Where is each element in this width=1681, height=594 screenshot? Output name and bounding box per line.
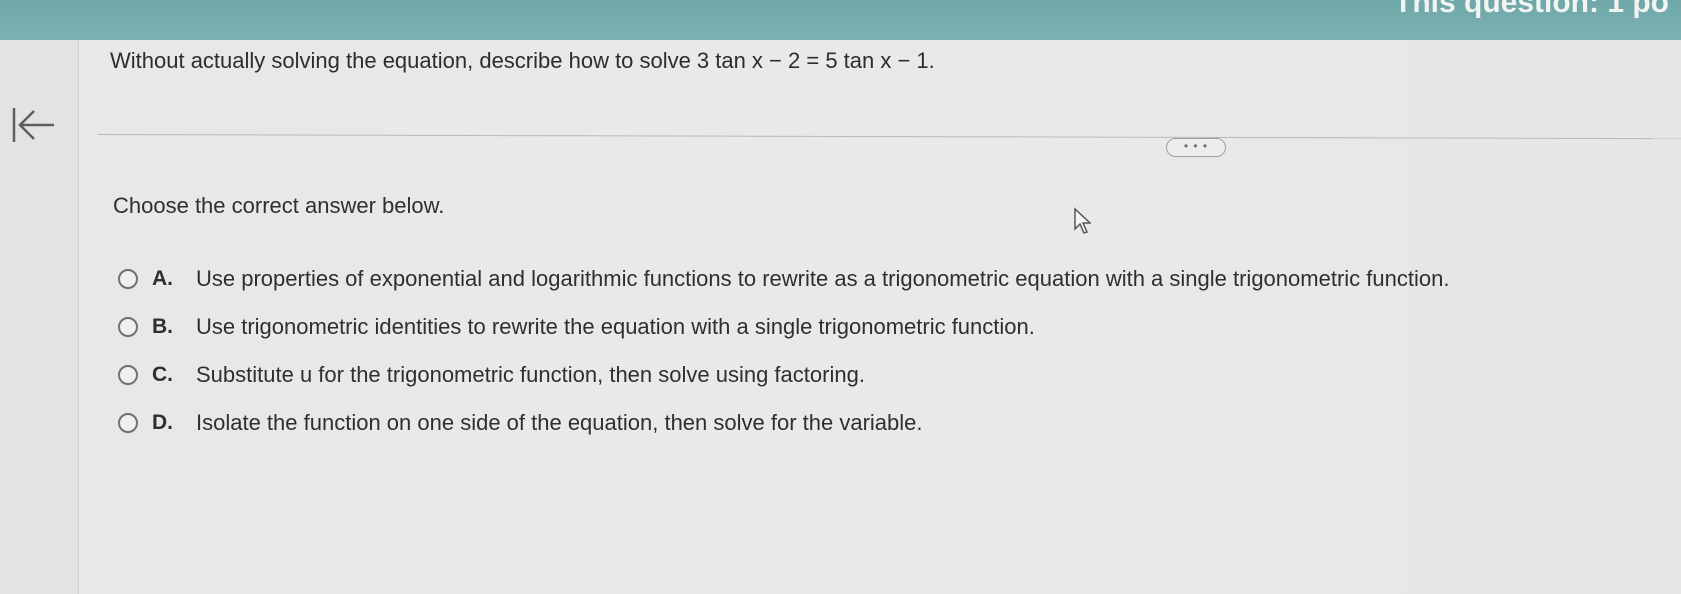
option-text: Isolate the function on one side of the …: [196, 410, 923, 435]
question-points-label: This question: 1 po: [1394, 0, 1669, 19]
option-letter: B.: [152, 315, 173, 338]
radio-button-c[interactable]: [118, 365, 138, 385]
back-to-start-icon: [12, 108, 54, 142]
radio-button-b[interactable]: [118, 317, 138, 337]
option-text: Use properties of exponential and logari…: [196, 266, 1450, 291]
option-letter: C.: [152, 363, 173, 386]
option-c[interactable]: C. Substitute u for the trigonometric fu…: [118, 360, 865, 390]
radio-button-d[interactable]: [118, 413, 138, 433]
option-letter: A.: [152, 267, 173, 290]
left-rail: [0, 40, 79, 594]
question-text: Without actually solving the equation, d…: [110, 48, 935, 74]
option-a[interactable]: A. Use properties of exponential and log…: [118, 264, 1449, 294]
back-button[interactable]: [8, 100, 58, 150]
question-equation: 3 tan x − 2 = 5 tan x − 1.: [696, 48, 935, 73]
question-prompt: Without actually solving the equation, d…: [110, 48, 691, 73]
option-d[interactable]: D. Isolate the function on one side of t…: [118, 408, 923, 438]
option-b[interactable]: B. Use trigonometric identities to rewri…: [118, 312, 1035, 342]
top-bar: This question: 1 po: [0, 0, 1681, 40]
mouse-pointer-icon: [1074, 207, 1091, 234]
instruction-text: Choose the correct answer below.: [113, 193, 445, 218]
more-options-button[interactable]: • • •: [1166, 138, 1226, 157]
radio-button-a[interactable]: [118, 269, 138, 289]
option-text: Substitute u for the trigonometric funct…: [196, 362, 865, 387]
option-letter: D.: [152, 411, 173, 434]
option-text: Use trigonometric identities to rewrite …: [196, 314, 1035, 339]
